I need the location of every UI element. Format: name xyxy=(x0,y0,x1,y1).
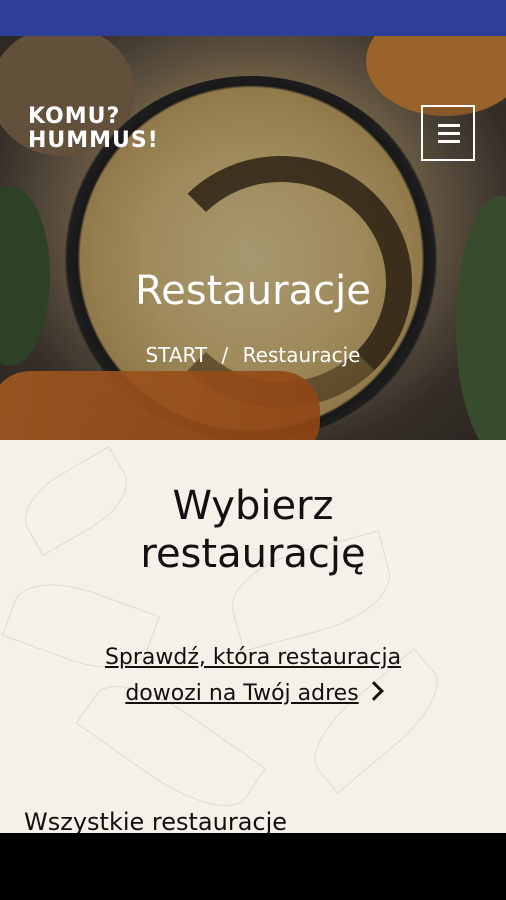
status-bar xyxy=(0,0,506,36)
hamburger-menu-icon-bar xyxy=(438,132,460,135)
hamburger-menu-icon-bar xyxy=(438,140,460,143)
page-title: Restauracje xyxy=(135,268,371,314)
breadcrumb-separator: / xyxy=(221,343,229,367)
chevron-right-icon xyxy=(363,681,384,701)
hero-overlay xyxy=(0,36,506,440)
check-delivery-link-line-2: dowozi na Twój adres xyxy=(60,676,446,712)
section-heading: Wybierz restaurację xyxy=(0,482,506,578)
logo-line-1: KOMU? xyxy=(28,104,121,129)
main-content: Wybierz restaurację Sprawdź, która resta… xyxy=(0,440,506,833)
hamburger-menu-button[interactable] xyxy=(421,105,475,161)
komu-hummus-logo[interactable]: KOMU? HUMMUS! xyxy=(28,104,159,163)
logo-line-2: HUMMUS! xyxy=(28,128,159,153)
hamburger-menu-icon xyxy=(438,124,460,127)
breadcrumb: START / Restauracje xyxy=(0,343,506,367)
check-delivery-link-line-1: Sprawdź, która restauracja xyxy=(104,645,402,670)
breadcrumb-current: Restauracje xyxy=(242,343,361,367)
section-heading-line-1: Wybierz xyxy=(172,483,334,529)
check-delivery-link[interactable]: Sprawdź, która restauracja dowozi na Twó… xyxy=(60,640,446,712)
section-heading-line-2: restaurację xyxy=(140,531,366,577)
all-restaurants-heading: Wszystkie restauracje xyxy=(24,808,288,833)
hero-banner xyxy=(0,36,506,440)
system-navigation-bar xyxy=(0,833,506,900)
breadcrumb-home-link[interactable]: START xyxy=(145,343,207,367)
